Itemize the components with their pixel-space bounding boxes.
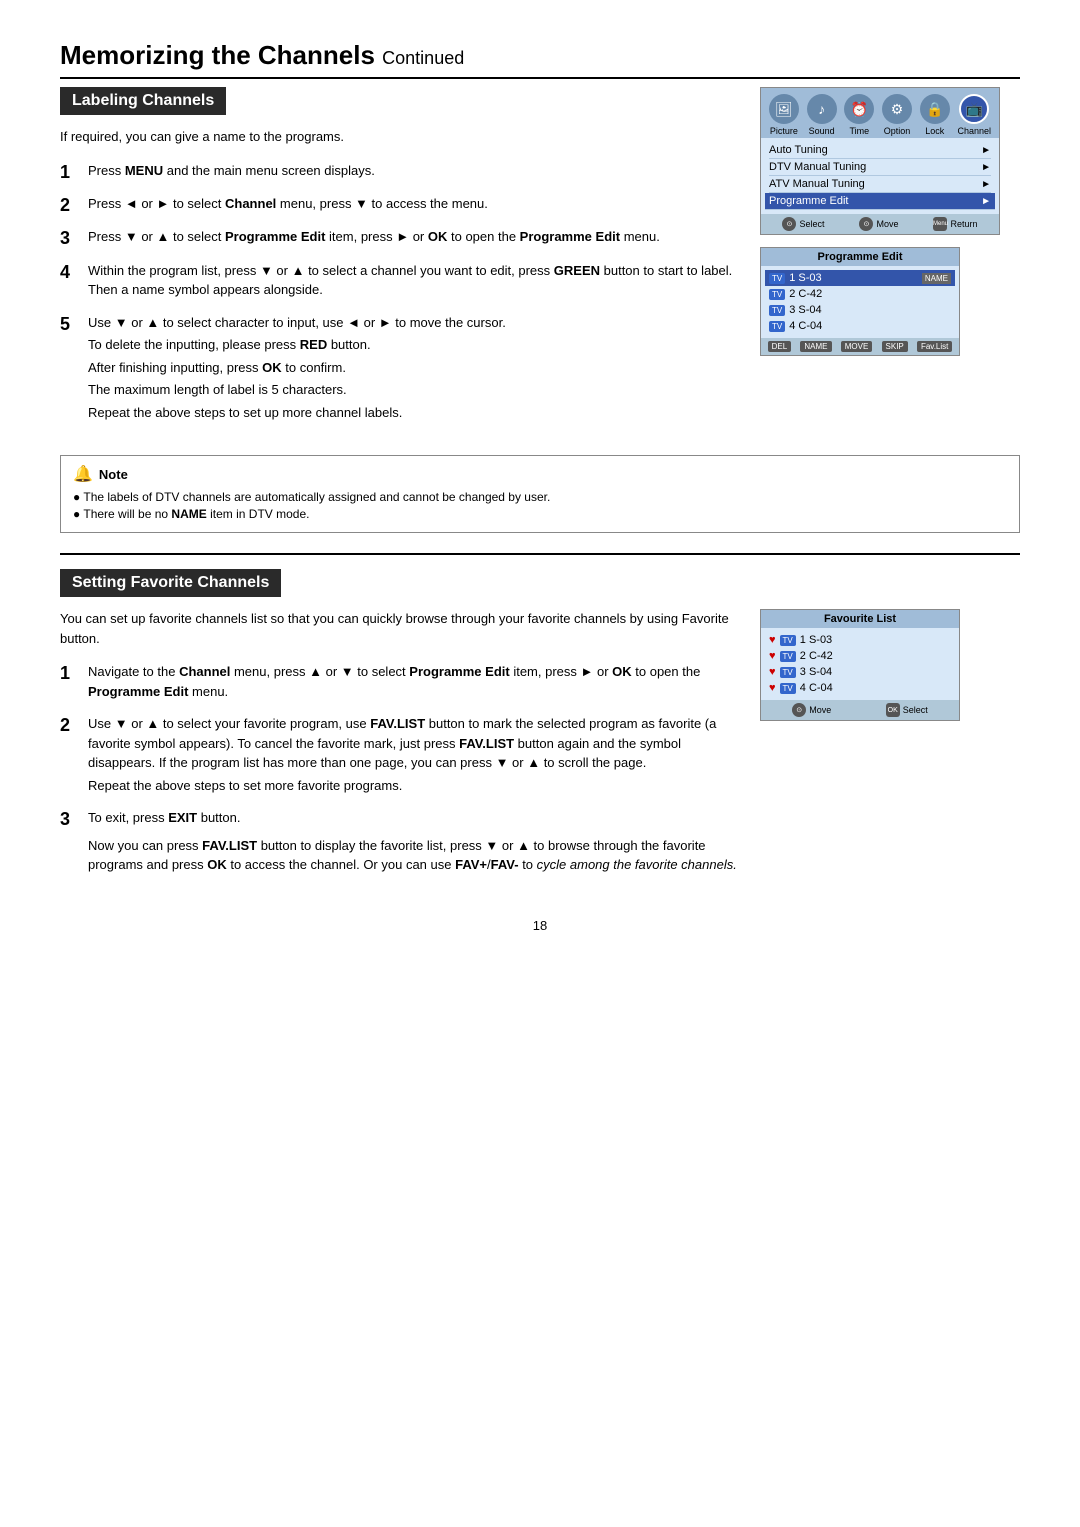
lock-icon: 🔒	[920, 94, 950, 124]
labeling-channels-section: Labeling Channels If required, you can g…	[60, 87, 1020, 435]
favorite-intro: You can set up favorite channels list so…	[60, 609, 740, 648]
step-1: 1 Press MENU and the main menu screen di…	[60, 161, 740, 184]
tv-badge-4: TV	[769, 321, 785, 332]
page-number: 18	[60, 918, 1020, 933]
note-list: ● The labels of DTV channels are automat…	[73, 490, 1007, 521]
fav-row-1: ♥ TV 1 S-03	[769, 632, 951, 648]
step-2: 2 Press ◄ or ► to select Channel menu, p…	[60, 194, 740, 217]
move-btn-icon: ⊙	[859, 217, 873, 231]
page-title: Memorizing the Channels Continued	[60, 40, 1020, 79]
fav-row-2: ♥ TV 2 C-42	[769, 648, 951, 664]
fav-move-icon: ⊙	[792, 703, 806, 717]
section-divider	[60, 553, 1020, 555]
note-section: 🔔 Note ● The labels of DTV channels are …	[60, 455, 1020, 533]
sound-icon: ♪	[807, 94, 837, 124]
prog-edit-row-1: TV 1 S-03 NAME	[765, 270, 955, 286]
fav-step-1: 1 Navigate to the Channel menu, press ▲ …	[60, 662, 740, 704]
favorite-header: Setting Favorite Channels	[60, 569, 281, 597]
setting-favorite-section: Setting Favorite Channels You can set up…	[60, 569, 1020, 888]
menu-footer-return: Menu Return	[933, 217, 977, 231]
favorite-left-col: You can set up favorite channels list so…	[60, 609, 740, 888]
heart-4: ♥	[769, 682, 776, 694]
menu-icons-row: 🖼 Picture ♪ Sound ⏰ Time ⚙ Option	[761, 88, 999, 138]
fav-footer-select: OK Select	[886, 703, 928, 717]
time-icon-item: ⏰ Time	[844, 94, 874, 136]
favorite-right-col: Favourite List ♥ TV 1 S-03 ♥ TV 2 C-42 ♥	[760, 609, 1020, 721]
fav-row-4: ♥ TV 4 C-04	[769, 680, 951, 696]
heart-2: ♥	[769, 650, 776, 662]
note-header: 🔔 Note	[73, 464, 1007, 484]
time-icon: ⏰	[844, 94, 874, 124]
skip-btn: SKIP	[882, 341, 908, 352]
select-btn-icon: ⊙	[782, 217, 796, 231]
picture-icon: 🖼	[769, 94, 799, 124]
step-3: 3 Press ▼ or ▲ to select Programme Edit …	[60, 227, 740, 250]
prog-edit-diagram: Programme Edit TV 1 S-03 NAME TV 2 C-42 …	[760, 247, 960, 356]
fav-row-3: ♥ TV 3 S-04	[769, 664, 951, 680]
channel-icon: 📺	[959, 94, 989, 124]
menu-item-dtv: DTV Manual Tuning ►	[769, 159, 991, 176]
fav-tv-1: TV	[780, 635, 796, 646]
prog-edit-footer: DEL NAME MOVE SKIP Fav.List	[761, 338, 959, 355]
fav-list: ♥ TV 1 S-03 ♥ TV 2 C-42 ♥ TV 3 S-04	[761, 628, 959, 700]
heart-1: ♥	[769, 634, 776, 646]
fav-select-icon: OK	[886, 703, 900, 717]
prog-edit-row-4: TV 4 C-04	[769, 318, 951, 334]
step-5: 5 Use ▼ or ▲ to select character to inpu…	[60, 313, 740, 426]
step-4: 4 Within the program list, press ▼ or ▲ …	[60, 261, 740, 303]
labeling-intro: If required, you can give a name to the …	[60, 127, 740, 147]
menu-item-auto-tuning: Auto Tuning ►	[769, 142, 991, 159]
favorite-steps: 1 Navigate to the Channel menu, press ▲ …	[60, 662, 740, 878]
menu-footer-select: ⊙ Select	[782, 217, 824, 231]
fav-title: Favourite List	[761, 610, 959, 628]
favlist-btn: Fav.List	[917, 341, 952, 352]
heart-3: ♥	[769, 666, 776, 678]
fav-tv-4: TV	[780, 683, 796, 694]
menu-footer-move: ⊙ Move	[859, 217, 898, 231]
fav-footer: ⊙ Move OK Select	[761, 700, 959, 720]
menu-item-programme-edit: Programme Edit ►	[765, 193, 995, 210]
labeling-header: Labeling Channels	[60, 87, 226, 115]
note-item-2: ● There will be no NAME item in DTV mode…	[73, 507, 1007, 521]
tv-badge-2: TV	[769, 289, 785, 300]
channel-icon-item: 📺 Channel	[958, 94, 992, 136]
fav-tv-2: TV	[780, 651, 796, 662]
menu-diagram: 🖼 Picture ♪ Sound ⏰ Time ⚙ Option	[760, 87, 1000, 235]
name-btn: NAME	[800, 341, 831, 352]
prog-edit-row-3: TV 3 S-04	[769, 302, 951, 318]
tv-badge-3: TV	[769, 305, 785, 316]
tv-badge-1: TV	[769, 273, 785, 284]
labeling-steps: 1 Press MENU and the main menu screen di…	[60, 161, 740, 426]
prog-edit-list: TV 1 S-03 NAME TV 2 C-42 TV 3 S-04 TV	[761, 266, 959, 338]
fav-tv-3: TV	[780, 667, 796, 678]
option-icon-item: ⚙ Option	[882, 94, 912, 136]
menu-footer: ⊙ Select ⊙ Move Menu Return	[761, 214, 999, 234]
sound-icon-item: ♪ Sound	[807, 94, 837, 136]
return-btn-icon: Menu	[933, 217, 947, 231]
fav-diagram: Favourite List ♥ TV 1 S-03 ♥ TV 2 C-42 ♥	[760, 609, 960, 721]
fav-footer-move: ⊙ Move	[792, 703, 831, 717]
prog-edit-row-2: TV 2 C-42	[769, 286, 951, 302]
note-item-1: ● The labels of DTV channels are automat…	[73, 490, 1007, 504]
labeling-left-col: Labeling Channels If required, you can g…	[60, 87, 740, 435]
name-badge: NAME	[922, 273, 951, 284]
menu-item-atv: ATV Manual Tuning ►	[769, 176, 991, 193]
move-btn: MOVE	[841, 341, 873, 352]
labeling-right-col: 🖼 Picture ♪ Sound ⏰ Time ⚙ Option	[760, 87, 1020, 368]
note-icon: 🔔	[73, 464, 93, 484]
prog-edit-title: Programme Edit	[761, 248, 959, 266]
del-btn: DEL	[768, 341, 792, 352]
fav-step-3: 3 To exit, press EXIT button. Now you ca…	[60, 808, 740, 878]
option-icon: ⚙	[882, 94, 912, 124]
lock-icon-item: 🔒 Lock	[920, 94, 950, 136]
fav-step-2: 2 Use ▼ or ▲ to select your favorite pro…	[60, 714, 740, 798]
menu-items-list: Auto Tuning ► DTV Manual Tuning ► ATV Ma…	[761, 138, 999, 214]
picture-icon-item: 🖼 Picture	[769, 94, 799, 136]
